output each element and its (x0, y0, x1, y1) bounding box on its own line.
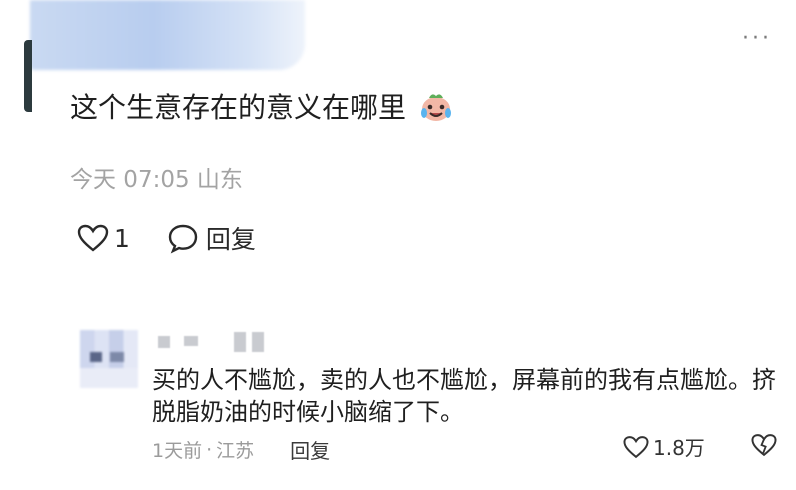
heart-icon (623, 435, 649, 458)
reply-label: 回复 (205, 225, 256, 254)
crying-laughing-emoji-icon (419, 91, 453, 123)
like-button[interactable]: 1.8万 (622, 432, 705, 461)
avatar[interactable] (24, 40, 32, 112)
meta-separator: · (206, 438, 213, 461)
comment-time: 今天 07:05 (70, 167, 190, 193)
reply-time: 1天前 (152, 440, 203, 462)
dislike-button[interactable] (750, 432, 778, 462)
comment-text: 这个生意存在的意义在哪里 (70, 86, 453, 126)
reply-button[interactable]: 回复 (290, 435, 330, 464)
heart-icon (77, 224, 109, 252)
like-button[interactable]: 1 (76, 223, 130, 253)
blurred-username-banner (30, 0, 305, 70)
speech-bubble-icon (168, 224, 198, 254)
like-count: 1 (114, 223, 130, 253)
avatar[interactable] (80, 330, 138, 388)
comment-location: 山东 (196, 167, 243, 193)
reply-location: 江苏 (216, 440, 255, 462)
broken-heart-icon (751, 434, 777, 457)
more-options-icon[interactable]: ··· (742, 28, 772, 50)
reply-button[interactable]: 回复 (166, 220, 256, 256)
like-count: 1.8万 (653, 436, 705, 460)
reply-comment-meta: 1天前 · 江苏 回复 (152, 435, 330, 464)
blurred-username[interactable] (158, 332, 268, 354)
comment-meta: 今天 07:05 山东 (70, 160, 243, 194)
reply-comment-text: 买的人不尴尬，卖的人也不尴尬，屏幕前的我有点尴尬。挤脱脂奶油的时候小脑缩了下。 (152, 366, 776, 426)
comment-body: 这个生意存在的意义在哪里 (70, 91, 407, 124)
comment-actions: 1 回复 (76, 220, 256, 256)
